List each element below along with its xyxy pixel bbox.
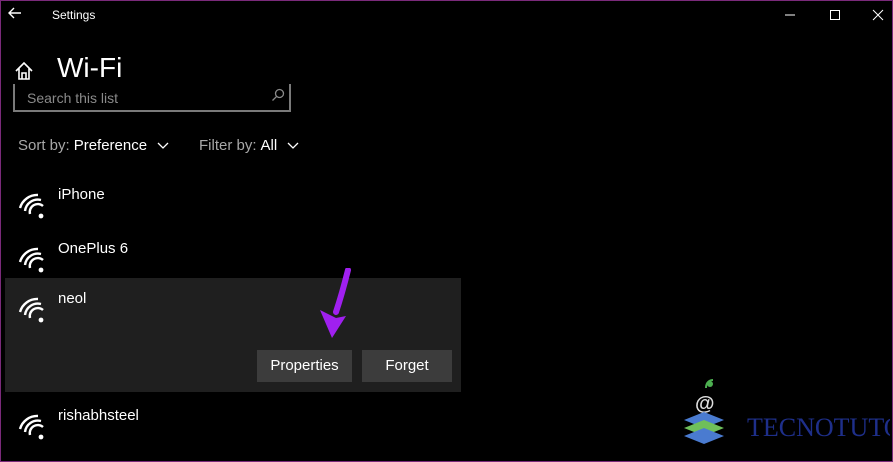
tecnotuto-logo: @ TECNOTUTO — [684, 379, 890, 444]
sort-value: Preference — [73, 137, 148, 154]
wifi-signal-icon — [18, 193, 44, 219]
network-name: iPhone — [58, 186, 105, 203]
svg-text:TECNOTUTO: TECNOTUTO — [747, 413, 890, 442]
wifi-signal-icon — [18, 297, 44, 323]
wifi-signal-icon — [18, 247, 44, 273]
network-name: rishabhsteel — [58, 407, 139, 424]
svg-text:@: @ — [695, 393, 715, 415]
network-item-rishabhsteel[interactable]: rishabhsteel — [5, 403, 461, 457]
sort-label: Sort by: — [18, 137, 70, 154]
chevron-down-icon — [157, 142, 169, 149]
network-name: neol — [58, 290, 87, 307]
search-input[interactable] — [25, 86, 259, 110]
filter-label: Filter by: — [199, 137, 257, 154]
filter-dropdown[interactable]: Filter by: All — [199, 137, 299, 154]
wifi-signal-icon — [18, 414, 44, 440]
search-icon[interactable] — [271, 88, 285, 102]
title-bar: Settings — [0, 0, 893, 30]
network-name: OnePlus 6 — [58, 240, 129, 257]
app-title: Settings — [52, 8, 96, 22]
properties-button[interactable]: Properties — [257, 350, 352, 382]
chevron-down-icon — [287, 142, 299, 149]
network-item-iphone[interactable]: iPhone — [5, 182, 461, 236]
page-title: Wi-Fi — [57, 52, 123, 83]
close-icon[interactable] — [868, 6, 888, 24]
back-arrow-icon[interactable] — [6, 4, 24, 22]
maximize-icon[interactable] — [825, 6, 845, 24]
network-item-neol[interactable]: neol Properties Forget — [5, 278, 461, 392]
home-icon[interactable] — [13, 60, 35, 82]
annotation-arrow-icon — [320, 268, 351, 338]
filter-value: All — [260, 137, 278, 154]
search-box[interactable] — [13, 84, 291, 112]
forget-button[interactable]: Forget — [362, 350, 452, 382]
sort-dropdown[interactable]: Sort by: Preference — [18, 137, 169, 154]
minimize-icon[interactable] — [780, 6, 800, 24]
